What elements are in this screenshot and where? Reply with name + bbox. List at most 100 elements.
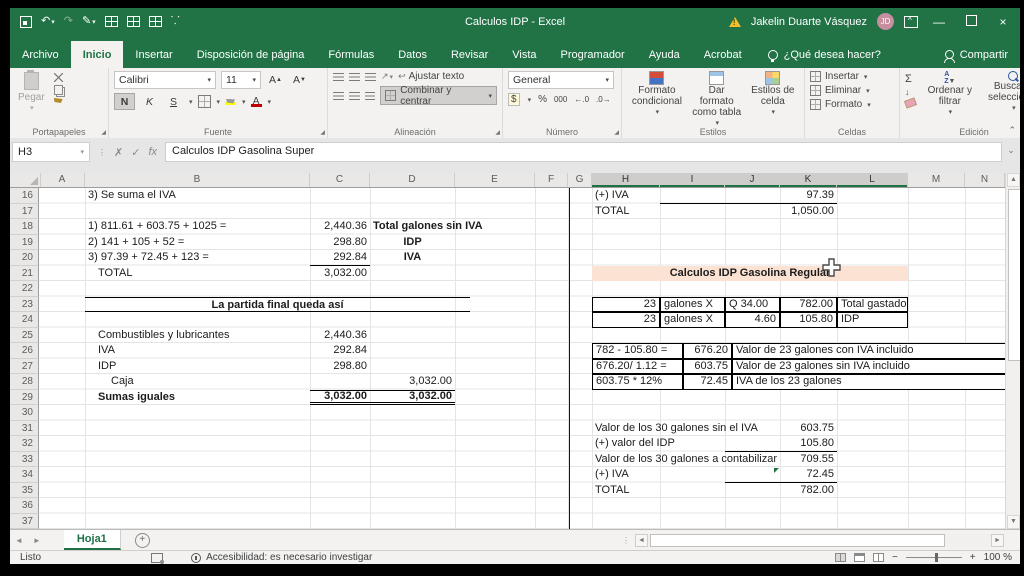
sheet-nav-left-icon[interactable]: ◄ — [10, 536, 28, 545]
column-header-L[interactable]: L — [837, 173, 908, 187]
delete-cells-button[interactable]: Eliminar▾ — [810, 85, 894, 96]
cell-B28[interactable]: Caja — [85, 374, 310, 390]
font-size-select[interactable]: 11▾ — [221, 71, 261, 89]
row-header-34[interactable]: 34 — [10, 467, 39, 483]
underline-button[interactable]: S — [164, 94, 183, 109]
cell-x23[interactable]: La partida final queda así — [85, 297, 470, 313]
row-header-25[interactable]: 25 — [10, 328, 39, 344]
cell-x28[interactable]: IVA de los 23 galones — [732, 374, 1007, 390]
tab-fórmulas[interactable]: Fórmulas — [316, 41, 386, 68]
percent-style-icon[interactable]: % — [538, 94, 547, 105]
tab-programador[interactable]: Programador — [549, 41, 637, 68]
autosum-button[interactable]: Σ — [905, 73, 916, 85]
tab-insertar[interactable]: Insertar — [123, 41, 184, 68]
row-header-24[interactable]: 24 — [10, 312, 39, 328]
close-button[interactable]: × — [992, 15, 1014, 29]
grow-font-button[interactable]: A▲ — [266, 73, 285, 88]
underline-dropdown[interactable]: ▾ — [189, 98, 193, 106]
column-header-D[interactable]: D — [370, 173, 455, 187]
increase-decimal-icon[interactable]: ←.0 — [574, 95, 589, 104]
cell-C19[interactable]: 298.80 — [310, 235, 370, 251]
row-header-31[interactable]: 31 — [10, 421, 39, 437]
cut-icon[interactable] — [54, 73, 63, 82]
zoom-out-icon[interactable]: − — [892, 552, 898, 563]
cell-H24[interactable]: 23 — [592, 312, 660, 328]
row-header-16[interactable]: 16 — [10, 188, 39, 204]
cell-J31[interactable]: 603.75 — [725, 421, 837, 437]
wrap-text-button[interactable]: ↩ Ajustar texto — [398, 71, 464, 82]
cell-B21[interactable]: TOTAL — [85, 266, 310, 282]
cell-x27[interactable]: Valor de 23 galones sin IVA incluido — [732, 359, 1007, 375]
cell-C18[interactable]: 2,440.36 — [310, 219, 370, 235]
tell-me-search[interactable]: ¿Qué desea hacer? — [768, 41, 881, 68]
borders-icon[interactable] — [198, 95, 211, 108]
column-header-B[interactable]: B — [85, 173, 310, 187]
column-header-H[interactable]: H — [592, 173, 660, 187]
comma-style-icon[interactable]: 000 — [554, 95, 567, 104]
tab-inicio[interactable]: Inicio — [71, 41, 124, 68]
row-header-18[interactable]: 18 — [10, 219, 39, 235]
macro-record-icon[interactable] — [151, 553, 163, 563]
cancel-icon[interactable]: ✗ — [114, 146, 123, 159]
find-select-button[interactable]: Buscar y seleccionar▾ — [984, 71, 1020, 118]
align-left-icon[interactable] — [333, 92, 344, 100]
cell-C29[interactable]: 3,032.00 — [310, 390, 370, 406]
cell-H23[interactable]: 23 — [592, 297, 660, 313]
tab-disposición-de-página[interactable]: Disposición de página — [185, 41, 317, 68]
formula-input[interactable]: Calculos IDP Gasolina Super — [165, 142, 1002, 162]
cell-I23[interactable]: galones X — [660, 297, 725, 313]
format-cells-button[interactable]: Formato▾ — [810, 99, 894, 110]
sheet-tab-hoja1[interactable]: Hoja1 — [64, 530, 121, 550]
cell-B19[interactable]: 2) 141 + 105 + 52 = — [85, 235, 310, 251]
horizontal-scroll-thumb[interactable] — [650, 534, 945, 547]
cell-I16[interactable]: 97.39 — [660, 188, 837, 204]
vertical-scrollbar[interactable]: ▲ ▼ — [1005, 173, 1020, 529]
font-name-select[interactable]: Calibri▾ — [114, 71, 216, 89]
row-header-17[interactable]: 17 — [10, 204, 39, 220]
shrink-font-button[interactable]: A▼ — [290, 73, 309, 88]
clear-icon[interactable] — [904, 97, 917, 108]
tab-datos[interactable]: Datos — [386, 41, 439, 68]
row-header-22[interactable]: 22 — [10, 281, 39, 297]
warning-icon[interactable] — [729, 17, 741, 27]
tab-acrobat[interactable]: Acrobat — [692, 41, 754, 68]
dialog-launcher-icon[interactable]: ◢ — [101, 129, 106, 136]
column-header-F[interactable]: F — [535, 173, 568, 187]
cell-x26[interactable]: 782 - 105.80 = — [592, 343, 683, 359]
column-header-A[interactable]: A — [40, 173, 85, 187]
align-bottom-icon[interactable] — [365, 73, 376, 81]
scroll-left-icon[interactable]: ◄ — [635, 534, 648, 547]
cell-K24[interactable]: 105.80 — [780, 312, 837, 328]
number-format-select[interactable]: General▾ — [508, 71, 614, 89]
decrease-decimal-icon[interactable]: .0→ — [596, 95, 611, 104]
format-painter-small-icon[interactable] — [54, 98, 63, 103]
accounting-format-icon[interactable]: $ — [508, 93, 520, 106]
row-header-26[interactable]: 26 — [10, 343, 39, 359]
page-break-view-icon[interactable] — [873, 553, 884, 562]
cell-x27[interactable]: 603.75 — [683, 359, 732, 375]
sheet-nav-right-icon[interactable]: ► — [28, 536, 46, 545]
avatar[interactable]: JD — [877, 13, 894, 30]
cell-B18[interactable]: 1) 811.61 + 603.75 + 1025 = — [85, 219, 310, 235]
row-header-27[interactable]: 27 — [10, 359, 39, 375]
row-header-32[interactable]: 32 — [10, 436, 39, 452]
tab-archivo[interactable]: Archivo — [10, 41, 71, 68]
align-top-icon[interactable] — [333, 73, 344, 81]
undo-icon[interactable]: ↶▾ — [41, 16, 55, 28]
cell-J34[interactable]: 72.45 — [725, 467, 837, 483]
column-header-N[interactable]: N — [965, 173, 1005, 187]
cell-L24[interactable]: IDP — [837, 312, 908, 328]
new-sheet-icon[interactable]: + — [135, 533, 150, 548]
save-icon[interactable] — [20, 16, 32, 28]
row-header-36[interactable]: 36 — [10, 498, 39, 514]
column-header-G[interactable]: G — [568, 173, 592, 187]
redo-icon[interactable]: ↷ — [64, 16, 73, 27]
collapse-ribbon-icon[interactable]: ⌃ — [1008, 125, 1016, 136]
cell-x27[interactable]: 676.20/ 1.12 = — [592, 359, 683, 375]
fill-color-button[interactable] — [225, 99, 236, 105]
cell-D18[interactable]: Total galones sin IVA — [370, 219, 535, 235]
column-header-J[interactable]: J — [725, 173, 780, 187]
cell-J32[interactable]: 105.80 — [725, 436, 837, 452]
paste-button[interactable]: Pegar▾ — [15, 71, 48, 115]
cell-L23[interactable]: Total gastado — [837, 297, 908, 313]
